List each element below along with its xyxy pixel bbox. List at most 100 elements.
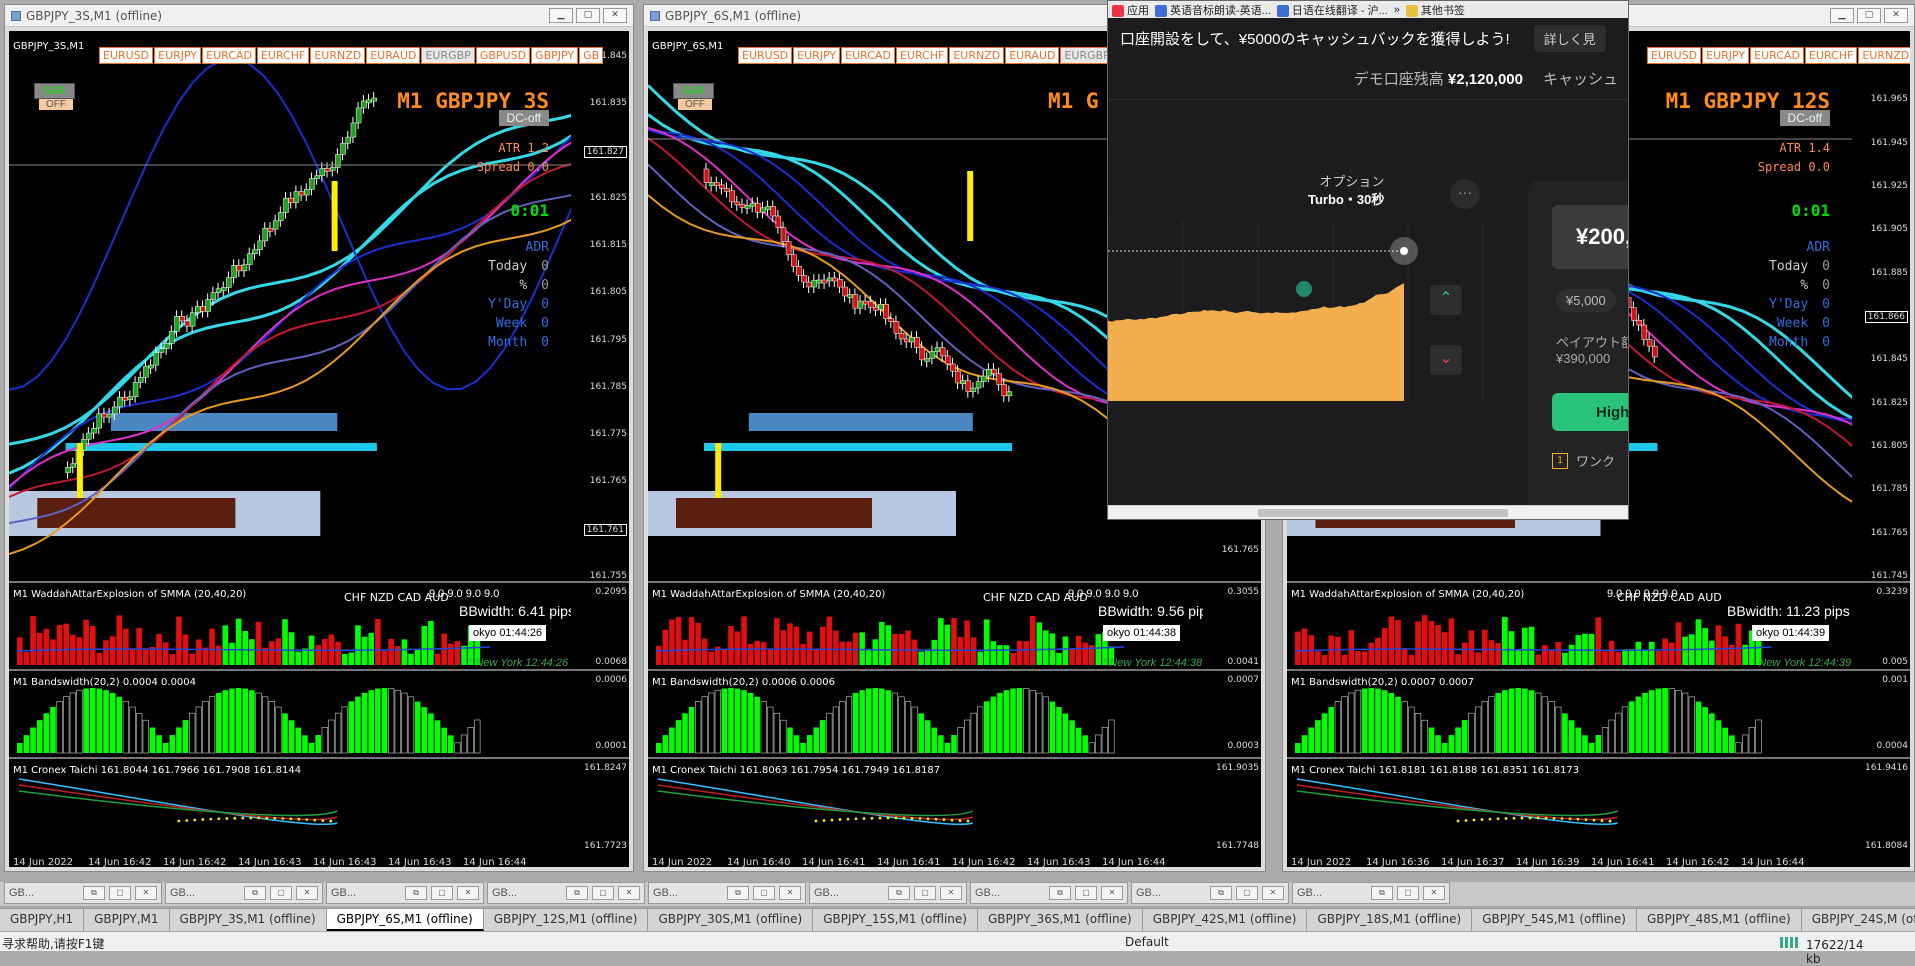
- price-pane[interactable]: 161.845 161.835 161.827 161.825 161.815 161.8…: [9, 31, 629, 619]
- maximize-button[interactable]: ▢: [753, 886, 775, 900]
- maximize-button[interactable]: ▢: [109, 886, 131, 900]
- window-tab[interactable]: GBPJPY_15S,M1 (offline): [813, 909, 978, 931]
- browser-overlay[interactable]: 应用 英语音标朗读-英语... 日语在线翻译 - 沪... » 其他书签 口座開…: [1107, 0, 1629, 520]
- close-button[interactable]: ✕: [296, 886, 318, 900]
- checkbox-icon[interactable]: 1: [1552, 452, 1568, 469]
- window-tab[interactable]: GBPJPY_30S,M1 (offline): [648, 909, 814, 931]
- high-button[interactable]: High: [1552, 393, 1628, 431]
- minimized-window[interactable]: GB... ⧉ ▢ ✕: [165, 882, 323, 904]
- minimize-button[interactable]: ▁: [1830, 8, 1854, 23]
- window-tab[interactable]: GBPJPY_12S,M1 (offline): [484, 909, 649, 931]
- other-bookmarks[interactable]: 其他书签: [1405, 2, 1465, 18]
- symbol-tab-eurnzd[interactable]: EURNZD: [1858, 47, 1910, 64]
- bookmarks-bar[interactable]: 应用 英语音标朗读-英语... 日语在线翻译 - 沪... » 其他书签: [1108, 1, 1628, 18]
- minimized-window[interactable]: GB... ⧉ ▢ ✕: [487, 882, 645, 904]
- wae-pane[interactable]: M1 WaddahAttarExplosion of SMMA (20,40,2…: [648, 585, 1261, 671]
- close-button[interactable]: ✕: [1101, 886, 1123, 900]
- symbol-tab-euraud[interactable]: EURAUD: [1005, 47, 1060, 64]
- symbol-tab-eurusd[interactable]: EURUSD: [738, 47, 793, 64]
- wae-pane[interactable]: M1 WaddahAttarExplosion of SMMA (20,40,2…: [9, 585, 629, 671]
- maximize-button[interactable]: ▢: [576, 8, 600, 23]
- symbol-tab-eurcad[interactable]: EURCAD: [841, 47, 895, 64]
- symbol-tab-eurgbp[interactable]: EURGBP: [1060, 47, 1114, 64]
- window-tab[interactable]: GBPJPY_6S,M1 (offline): [326, 909, 484, 931]
- window-tab[interactable]: GBPJPY_42S,M1 (offline): [1143, 909, 1308, 931]
- symbol-tab-eurusd[interactable]: EURUSD: [99, 47, 154, 64]
- one-click-toggle[interactable]: 1 ワンク: [1552, 451, 1615, 470]
- close-button[interactable]: ✕: [618, 886, 640, 900]
- minimized-window[interactable]: GB... ⧉ ▢ ✕: [326, 882, 484, 904]
- window-tab[interactable]: GBPJPY_24S,M (offline): [1802, 909, 1915, 931]
- restore-button[interactable]: ⧉: [1371, 886, 1393, 900]
- amount-preset[interactable]: ¥5,000: [1556, 289, 1616, 312]
- maximize-button[interactable]: ▢: [914, 886, 936, 900]
- symbol-tab-eurchf[interactable]: EURCHF: [256, 47, 310, 64]
- maximize-button[interactable]: ▢: [270, 886, 292, 900]
- close-button[interactable]: ✕: [603, 8, 627, 23]
- symbol-tab-eurnzd[interactable]: EURNZD: [310, 47, 366, 64]
- symbol-tab-eurnzd[interactable]: EURNZD: [949, 47, 1005, 64]
- symbol-tab-eurchf[interactable]: EURCHF: [1804, 47, 1858, 64]
- minimized-window[interactable]: GB... ⧉ ▢ ✕: [4, 882, 162, 904]
- close-button[interactable]: ✕: [940, 886, 962, 900]
- restore-button[interactable]: ⧉: [83, 886, 105, 900]
- apps-bookmark[interactable]: 应用: [1112, 2, 1149, 18]
- price-axis[interactable]: 161.845 161.835 161.827 161.825 161.815 161.8…: [571, 31, 629, 581]
- window-tab[interactable]: GBPJPY,M1: [84, 909, 170, 931]
- symbol-switch-bar[interactable]: EURUSDEURJPYEURCADEURCHFEURNZDEURAUDEURG…: [99, 47, 604, 64]
- restore-button[interactable]: ⧉: [727, 886, 749, 900]
- close-button[interactable]: ✕: [457, 886, 479, 900]
- bookmark-item[interactable]: 英语音标朗读-英语...: [1155, 2, 1271, 18]
- window-tab[interactable]: GBPJPY_36S,M1 (offline): [978, 909, 1143, 931]
- symbol-tab-gb[interactable]: GB: [579, 47, 604, 64]
- amount-display[interactable]: ¥200,: [1552, 205, 1628, 269]
- symbol-tab-eurusd[interactable]: EURUSD: [1647, 47, 1702, 64]
- bookmarks-overflow[interactable]: »: [1394, 4, 1400, 16]
- maximize-button[interactable]: ▢: [1075, 886, 1097, 900]
- wae-pane[interactable]: M1 WaddahAttarExplosion of SMMA (20,40,2…: [1287, 585, 1910, 671]
- minimized-window[interactable]: GB... ⧉ ▢ ✕: [970, 882, 1128, 904]
- symbol-tab-gbpusd[interactable]: GBPUSD: [475, 47, 531, 64]
- window-titlebar[interactable]: GBPJPY_3S,M1 (offline) ▁ ▢ ✕: [5, 5, 633, 27]
- window-tab[interactable]: GBPJPY_18S,M1 (offline): [1307, 909, 1473, 931]
- symbol-tab-eurjpy[interactable]: EURJPY: [793, 47, 841, 64]
- close-button[interactable]: ✕: [1884, 8, 1908, 23]
- close-button[interactable]: ✕: [1262, 886, 1284, 900]
- restore-button[interactable]: ⧉: [244, 886, 266, 900]
- bandwidth-pane[interactable]: M1 Bandswidth(20,2) 0.0007 0.0007 0.001 0…: [1287, 673, 1910, 759]
- symbol-tab-gbpjpy[interactable]: GBPJPY: [531, 47, 579, 64]
- close-button[interactable]: ✕: [135, 886, 157, 900]
- symbol-switch-bar[interactable]: EURUSDEURJPYEURCADEURCHFEURNZDEURAUDEURG…: [1647, 47, 1910, 64]
- scroll-thumb[interactable]: [1258, 509, 1508, 517]
- restore-button[interactable]: ⧉: [566, 886, 588, 900]
- cashback-link[interactable]: キャッシュ: [1543, 68, 1618, 89]
- window-tab[interactable]: GBPJPY_3S,M1 (offline): [170, 909, 327, 931]
- symbol-tab-euraud[interactable]: EURAUD: [366, 47, 421, 64]
- minimize-button[interactable]: ▁: [549, 8, 573, 23]
- taichi-pane[interactable]: M1 Cronex Taichi 161.8044 161.7966 161.7…: [9, 761, 629, 867]
- minimized-window[interactable]: GB... ⧉ ▢ ✕: [648, 882, 806, 904]
- maximize-button[interactable]: ▢: [1397, 886, 1419, 900]
- window-tab[interactable]: GBPJPY_48S,M1 (offline): [1637, 909, 1802, 931]
- symbol-tab-eurgbp[interactable]: EURGBP: [421, 47, 475, 64]
- sr-button[interactable]: S&R: [34, 83, 75, 99]
- symbol-tab-eurjpy[interactable]: EURJPY: [1702, 47, 1750, 64]
- chevron-down-icon[interactable]: ⌄: [1430, 345, 1462, 375]
- restore-button[interactable]: ⧉: [1049, 886, 1071, 900]
- horizontal-scrollbar[interactable]: [1108, 505, 1628, 519]
- maximize-button[interactable]: ▢: [592, 886, 614, 900]
- off-button[interactable]: OFF: [39, 99, 73, 110]
- details-button[interactable]: 詳しく見: [1533, 24, 1606, 52]
- restore-button[interactable]: ⧉: [405, 886, 427, 900]
- taichi-pane[interactable]: M1 Cronex Taichi 161.8063 161.7954 161.7…: [648, 761, 1261, 867]
- minimized-window[interactable]: GB... ⧉ ▢ ✕: [1292, 882, 1450, 904]
- chevron-up-icon[interactable]: ⌃: [1430, 285, 1462, 315]
- bookmark-item[interactable]: 日语在线翻译 - 沪...: [1276, 2, 1388, 18]
- more-options-button[interactable]: ···: [1450, 179, 1480, 209]
- taichi-pane[interactable]: M1 Cronex Taichi 161.8181 161.8188 161.8…: [1287, 761, 1910, 867]
- close-button[interactable]: ✕: [779, 886, 801, 900]
- dc-off-button[interactable]: DC-off: [498, 110, 549, 126]
- price-axis[interactable]: 161.985161.965161.945161.925161.905161.8…: [1852, 31, 1910, 581]
- close-button[interactable]: ✕: [1423, 886, 1445, 900]
- maximize-button[interactable]: ▢: [431, 886, 453, 900]
